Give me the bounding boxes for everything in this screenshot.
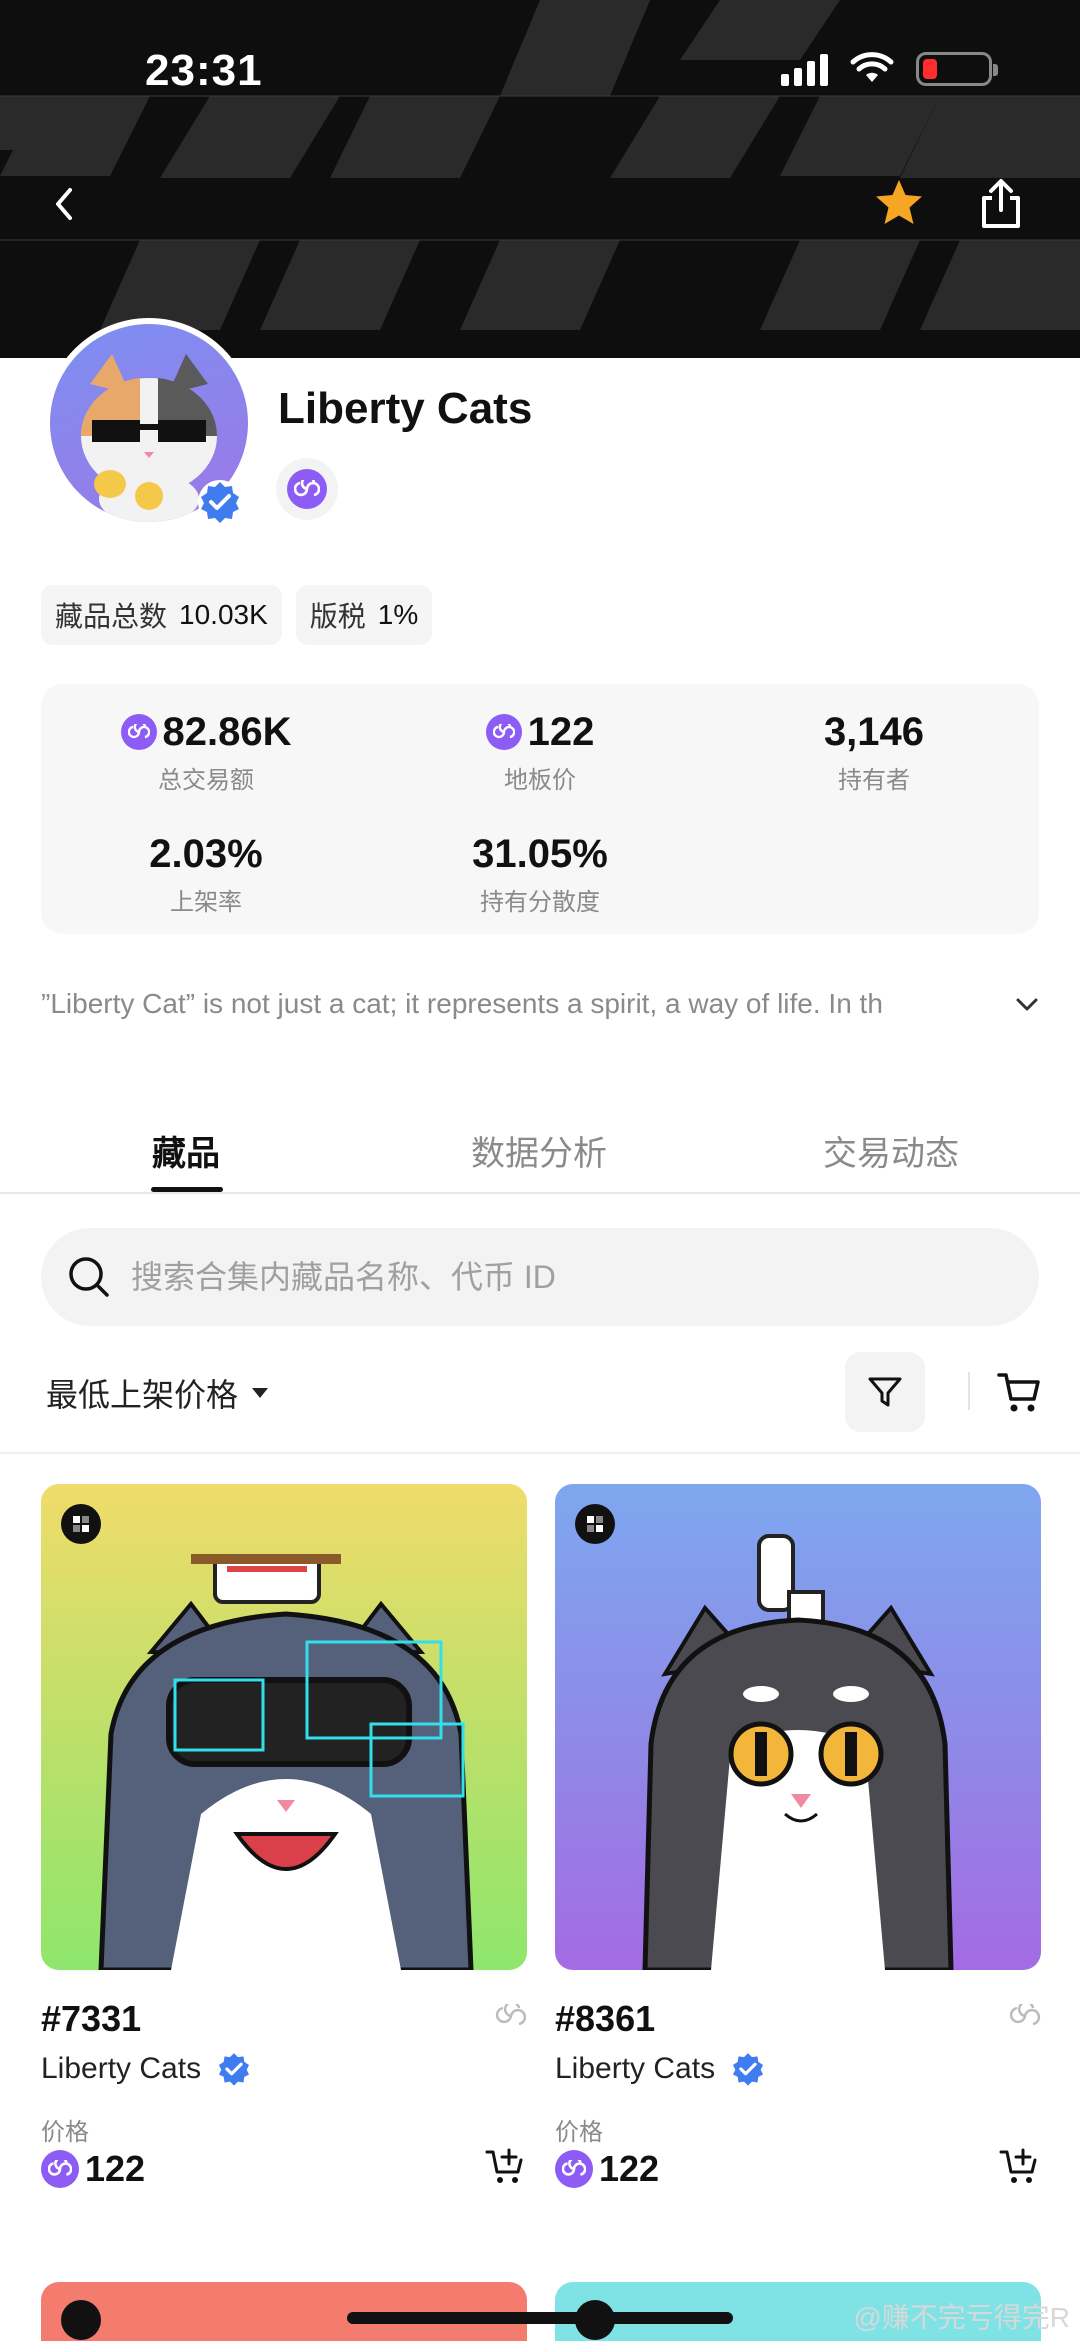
shopping-cart-icon[interactable] [996, 1370, 1042, 1414]
chip-key: 藏品总数 [55, 601, 168, 632]
watermark: @赚不完亏得完R [853, 2296, 1070, 2336]
section-divider [0, 1452, 1080, 1454]
sort-dropdown[interactable]: 最低上架价格 [46, 1370, 269, 1416]
search-input[interactable] [131, 1258, 991, 1296]
battery-icon [916, 52, 998, 86]
nft-card[interactable]: #8361 Liberty Cats 价格 122 [555, 1484, 1041, 2189]
add-to-cart-icon[interactable] [485, 2146, 525, 2186]
nft-card[interactable]: #7331 Liberty Cats 价格 122 [41, 1484, 527, 2189]
cat-vr-artwork [98, 1554, 474, 1970]
nft-image [41, 1484, 527, 1970]
stat-volume: 82.86K 总交易额 [41, 708, 371, 795]
stat-listed-rate: 2.03% 上架率 [41, 830, 371, 917]
nft-image [555, 1484, 1041, 1970]
search-bar[interactable] [41, 1228, 1039, 1326]
add-to-cart-icon[interactable] [999, 2146, 1039, 2186]
token-id: #8361 [555, 1998, 656, 2039]
total-items-chip: 藏品总数 10.03K [41, 585, 282, 645]
price-value: 122 [41, 2148, 145, 2190]
collection-info-chips: 藏品总数 10.03K 版税 1% [41, 585, 433, 645]
polygon-coin-icon [120, 714, 157, 750]
chain-link-icon [1009, 2004, 1041, 2026]
sort-label: 最低上架价格 [46, 1377, 239, 1413]
collection-description: ”Liberty Cat” is not just a cat; it repr… [41, 988, 883, 1019]
stat-value: 122 [527, 709, 595, 754]
cellular-signal-icon [781, 52, 828, 86]
watermark-text: @赚不完亏得完R [853, 2302, 1070, 2333]
royalty-chip: 版税 1% [295, 585, 433, 645]
stat-label: 持有者 [838, 767, 910, 794]
chip-value: 1% [377, 599, 419, 630]
back-arrow-icon[interactable] [44, 178, 84, 230]
tab-items[interactable]: 藏品 [152, 1126, 220, 1175]
chip-key: 版税 [309, 601, 366, 632]
stat-holders: 3,146 持有者 [709, 708, 1039, 795]
stats-panel: 82.86K 总交易额 122 地板价 3,146 持有者 2.03% 上架率 … [41, 684, 1039, 934]
stat-label: 地板价 [504, 767, 576, 794]
stat-label: 上架率 [170, 889, 242, 916]
verified-badge-icon [198, 480, 242, 524]
collection-label: Liberty Cats [41, 2050, 253, 2088]
verified-badge-icon [219, 2053, 250, 2086]
polygon-chain-icon [287, 469, 327, 509]
caret-down-icon [252, 1388, 269, 1398]
polygon-coin-icon [485, 714, 522, 750]
polygon-coin-icon [555, 2150, 593, 2188]
filter-button[interactable] [845, 1352, 925, 1432]
expand-chevron-down-icon[interactable] [1010, 990, 1044, 1020]
share-icon[interactable] [976, 176, 1026, 232]
collection-title: Liberty Cats [278, 384, 533, 433]
price-amount: 122 [599, 2148, 660, 2189]
chip-value: 10.03K [179, 599, 268, 630]
polygon-chain-chip[interactable] [276, 458, 338, 520]
favorite-star-icon[interactable] [872, 176, 926, 230]
cat-sake-artwork [642, 1534, 954, 1970]
tab-analytics[interactable]: 数据分析 [471, 1126, 607, 1175]
status-time: 23:31 [145, 46, 263, 95]
stat-value: 3,146 [823, 709, 925, 754]
stat-label: 总交易额 [158, 767, 254, 794]
tab-activity[interactable]: 交易动态 [823, 1126, 959, 1175]
stat-holder-distribution: 31.05% 持有分散度 [375, 830, 705, 917]
collection-name: Liberty Cats [555, 2052, 716, 2085]
tabs-divider [0, 1192, 1080, 1194]
stat-value: 82.86K [162, 709, 292, 754]
stat-value: 31.05% [472, 831, 608, 876]
header-banner: 23:31 [0, 0, 1080, 358]
token-id: #7331 [41, 1998, 142, 2039]
price-label: 价格 [555, 2119, 603, 2146]
filter-funnel-icon [868, 1377, 902, 1407]
polygon-coin-icon [41, 2150, 79, 2188]
verified-badge-icon [733, 2053, 764, 2086]
price-amount: 122 [85, 2148, 146, 2189]
toolbar-divider [968, 1372, 970, 1410]
stat-value: 2.03% [149, 831, 263, 876]
wifi-icon [850, 52, 894, 82]
price-label: 价格 [41, 2119, 89, 2146]
status-indicators [781, 52, 998, 86]
collection-name: Liberty Cats [41, 2052, 202, 2085]
stat-floor-price: 122 地板价 [375, 708, 705, 795]
collection-label: Liberty Cats [555, 2050, 767, 2088]
price-value: 122 [555, 2148, 659, 2190]
home-indicator [347, 2312, 733, 2324]
search-icon [69, 1257, 109, 1297]
marketplace-badge-icon [61, 2300, 101, 2340]
chain-link-icon [495, 2004, 527, 2026]
stat-label: 持有分散度 [480, 889, 600, 916]
